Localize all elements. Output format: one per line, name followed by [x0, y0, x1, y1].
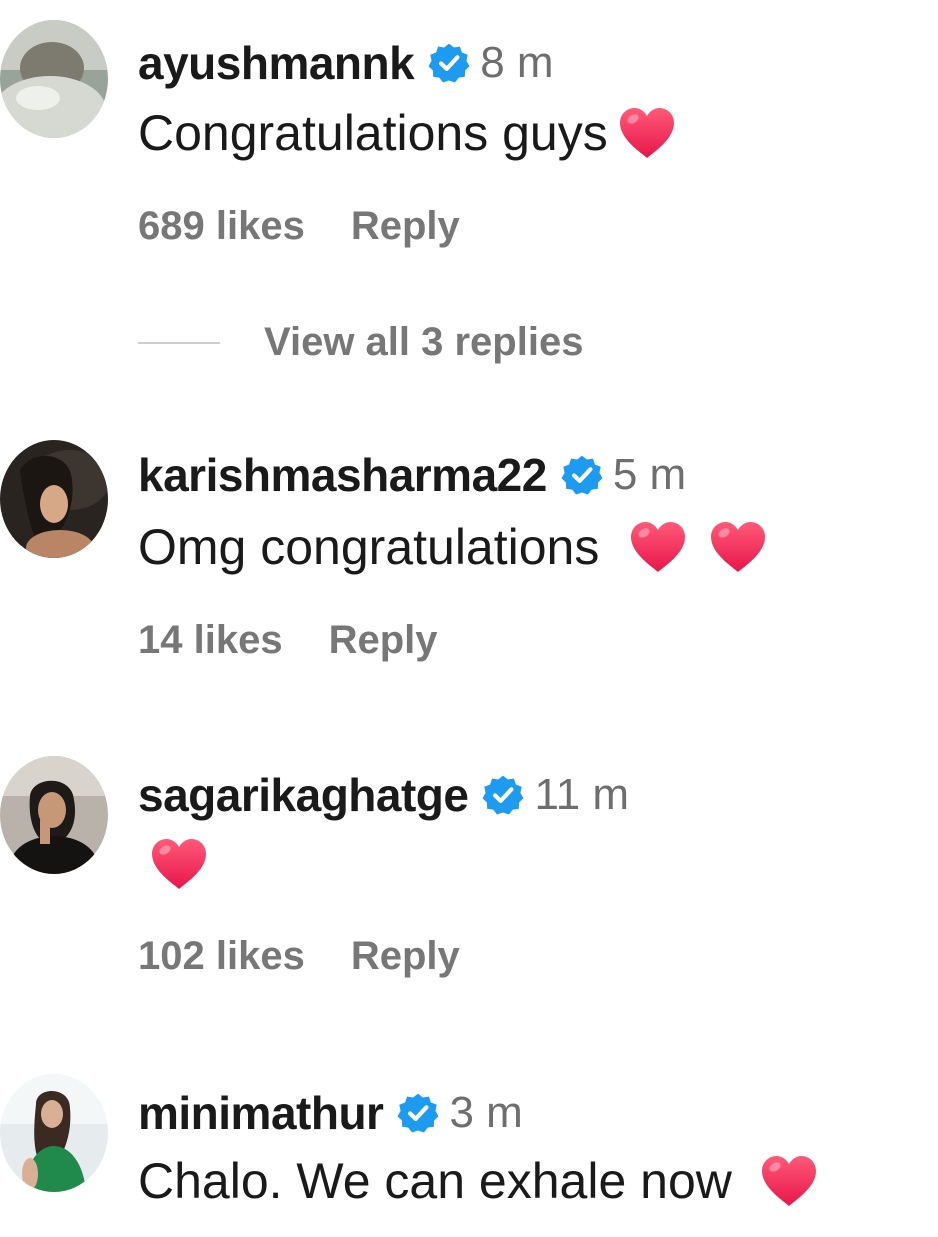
comment-text: [138, 836, 210, 892]
avatar[interactable]: [0, 756, 108, 874]
username-link[interactable]: sagarikaghatge: [138, 768, 469, 822]
likes-count[interactable]: 102 likes: [138, 934, 305, 979]
view-replies-label: View all 3 replies: [264, 320, 584, 364]
reply-button[interactable]: Reply: [351, 934, 460, 979]
verified-badge-icon: [482, 774, 524, 816]
comment-meta: 14 likes Reply: [138, 618, 438, 663]
verified-badge-icon: [397, 1092, 439, 1134]
red-heart-emoji-icon: [758, 1153, 820, 1209]
comment-meta: 102 likes Reply: [138, 934, 460, 979]
comment-header: ayushmannk 8 m: [138, 36, 554, 90]
avatar[interactable]: [0, 20, 108, 138]
red-heart-emoji-icon: [627, 519, 689, 575]
divider: [138, 341, 220, 344]
reply-button[interactable]: Reply: [351, 204, 460, 249]
timestamp: 11 m: [534, 770, 630, 819]
avatar[interactable]: [0, 1074, 108, 1192]
timestamp: 8 m: [480, 38, 554, 87]
reply-button[interactable]: Reply: [329, 618, 438, 663]
verified-badge-icon: [561, 454, 603, 496]
likes-count[interactable]: 14 likes: [138, 618, 283, 663]
comment-text: Omg congratulations: [138, 518, 769, 576]
likes-count[interactable]: 689 likes: [138, 204, 305, 249]
username-link[interactable]: minimathur: [138, 1086, 384, 1140]
username-link[interactable]: karishmasharma22: [138, 448, 547, 502]
view-replies-button[interactable]: View all 3 replies: [138, 320, 583, 365]
timestamp: 3 m: [449, 1088, 523, 1137]
red-heart-emoji-icon: [707, 519, 769, 575]
comment-header: minimathur 3 m: [138, 1086, 523, 1140]
comment-meta: 689 likes Reply: [138, 204, 460, 249]
red-heart-emoji-icon: [616, 105, 678, 161]
comment-body: Congratulations guys: [138, 105, 608, 161]
verified-badge-icon: [428, 42, 470, 84]
comment-body: Omg congratulations: [138, 519, 600, 575]
username-link[interactable]: ayushmannk: [138, 36, 415, 90]
comment-text: Chalo. We can exhale now: [138, 1152, 820, 1210]
red-heart-emoji-icon: [148, 836, 210, 892]
comment-header: sagarikaghatge 11 m: [138, 768, 629, 822]
comment-header: karishmasharma22 5 m: [138, 448, 686, 502]
avatar[interactable]: [0, 440, 108, 558]
comment-text: Congratulations guys: [138, 104, 678, 162]
comment-body: Chalo. We can exhale now: [138, 1153, 732, 1209]
timestamp: 5 m: [612, 450, 687, 499]
